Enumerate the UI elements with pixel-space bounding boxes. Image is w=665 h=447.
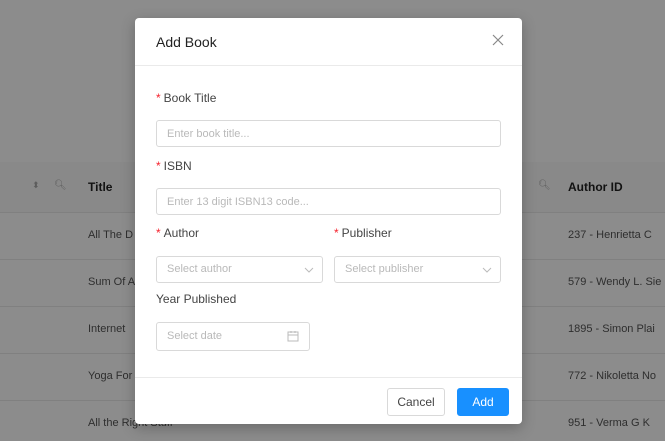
author-label: * Author xyxy=(156,226,199,240)
year-published-label: Year Published xyxy=(156,292,237,306)
chevron-down-icon xyxy=(482,267,492,273)
modal-title: Add Book xyxy=(156,34,217,50)
modal-footer: Cancel Add xyxy=(135,377,522,425)
modal-header: Add Book xyxy=(135,18,522,66)
year-date-picker[interactable]: Select date xyxy=(156,322,310,351)
author-label-text: Author xyxy=(163,226,200,240)
required-mark: * xyxy=(156,226,161,240)
publisher-select[interactable]: Select publisher xyxy=(334,256,501,283)
year-date-placeholder: Select date xyxy=(167,330,223,342)
cancel-button[interactable]: Cancel xyxy=(387,388,445,416)
add-button[interactable]: Add xyxy=(457,388,509,416)
required-mark: * xyxy=(334,226,339,240)
required-mark: * xyxy=(156,159,161,173)
book-title-label-text: Book Title xyxy=(163,91,217,105)
author-select-placeholder: Select author xyxy=(167,263,232,275)
author-select[interactable]: Select author xyxy=(156,256,323,283)
chevron-down-icon xyxy=(304,267,314,273)
close-button[interactable] xyxy=(490,32,506,48)
required-mark: * xyxy=(156,91,161,105)
close-icon xyxy=(492,34,504,46)
publisher-select-placeholder: Select publisher xyxy=(345,263,424,275)
book-title-input[interactable] xyxy=(156,120,501,147)
isbn-label: * ISBN xyxy=(156,159,192,173)
calendar-icon xyxy=(287,331,299,342)
isbn-input[interactable] xyxy=(156,188,501,215)
add-book-modal: Add Book *Book Title *ISBN *Author *Publ… xyxy=(135,18,522,424)
publisher-label: * Publisher xyxy=(334,226,392,240)
book-title-label: * Book Title xyxy=(156,91,216,105)
isbn-label-text: ISBN xyxy=(163,159,192,173)
publisher-label-text: Publisher xyxy=(341,226,392,240)
